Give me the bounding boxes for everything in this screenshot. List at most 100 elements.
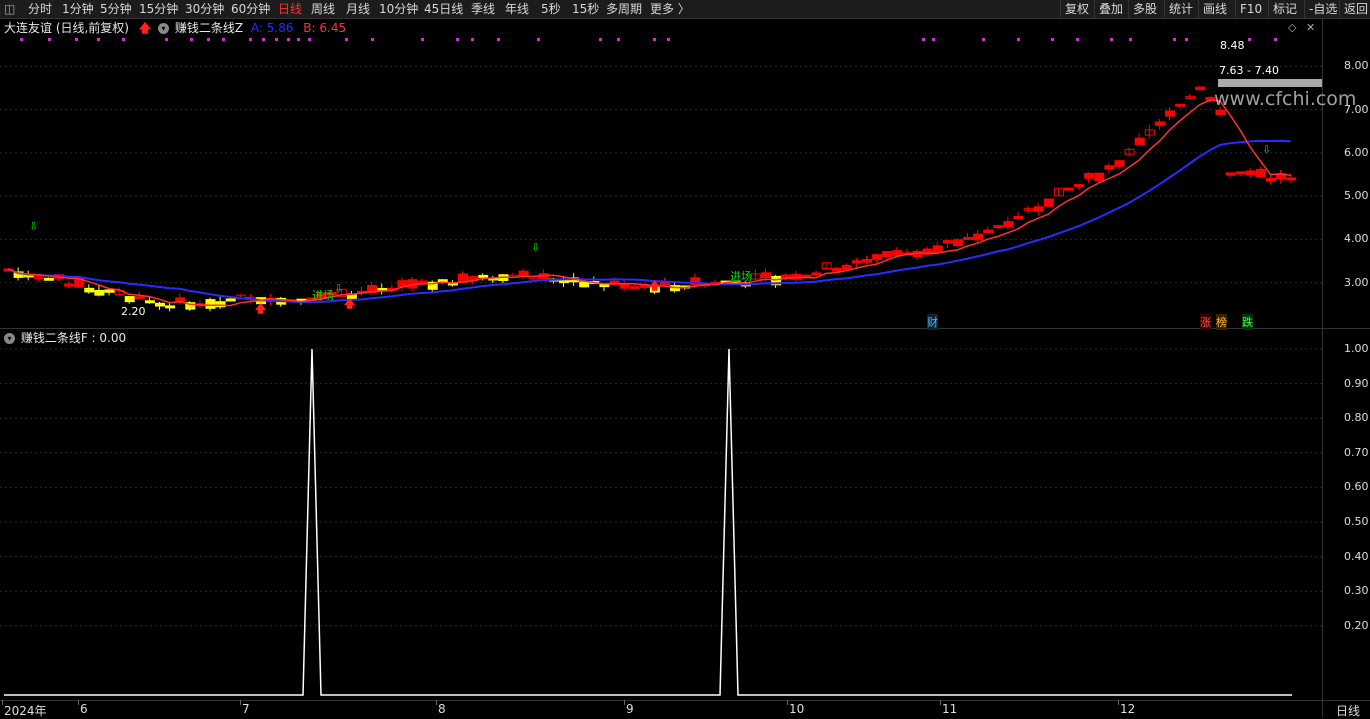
candle-body-99 (1003, 221, 1014, 228)
sub-indicator-line (4, 348, 1292, 696)
candle-body-47 (478, 274, 489, 278)
sub-tick-6: 0.40 (1344, 549, 1369, 563)
date-label-7: 12 (1120, 702, 1136, 716)
signal-dot-37 (1274, 38, 1277, 41)
price-tick-0: 8.00 (1344, 59, 1369, 73)
signal-dot-33 (1129, 38, 1132, 41)
candle-body-95 (963, 236, 973, 240)
date-label-0: 2024年 (4, 704, 47, 718)
range-box (1218, 79, 1322, 87)
candle-body-93 (942, 240, 953, 244)
signal-dot-31 (1076, 38, 1079, 41)
signal-dot-25 (667, 38, 670, 41)
sub-tick-3: 0.70 (1344, 445, 1369, 459)
signal-dot-14 (308, 38, 311, 41)
signal-dot-11 (275, 38, 278, 41)
candle-body-100 (1013, 215, 1024, 220)
candle-body-12 (124, 296, 135, 303)
candlestick-chart[interactable]: ⇩⇩⇩⇩🡅 🡅🡅 (0, 0, 1322, 328)
signal-dot-24 (653, 38, 656, 41)
candle-body-41 (417, 280, 428, 284)
series-a-line (7, 139, 1291, 304)
candle-body-8 (84, 287, 95, 293)
candle-body-14 (144, 300, 155, 304)
event-cai-badge[interactable]: 财 (927, 314, 938, 330)
signal-dot-19 (471, 38, 474, 41)
signal-dot-2 (75, 38, 78, 41)
signal-dot-27 (932, 38, 935, 41)
price-axis-divider (1322, 19, 1323, 717)
sub-tick-5: 0.50 (1344, 515, 1369, 528)
date-tick-0 (2, 700, 3, 705)
candle-body-121 (1225, 172, 1236, 176)
sub-tick-1: 0.90 (1344, 376, 1369, 390)
enter-signal-label-2: 进场 (312, 289, 334, 302)
signal-dot-13 (297, 38, 300, 41)
signal-dot-1 (48, 38, 51, 41)
candle-body-118 (1195, 86, 1206, 91)
watermark: www.cfchi.com (1214, 88, 1357, 110)
candle-body-116 (1175, 103, 1186, 107)
red-up-arrow-icon-1: 🡅 (344, 297, 356, 310)
sub-indicator-chart[interactable] (0, 329, 1322, 700)
signal-dot-20 (497, 38, 500, 41)
candle-body-114 (1154, 121, 1165, 126)
candle-body-97 (983, 229, 994, 233)
enter-signal-label: 进场 (730, 270, 752, 283)
candle-body-43 (437, 279, 448, 283)
candle-body-86 (872, 254, 883, 261)
signal-dot-10 (262, 38, 265, 41)
signal-dot-4 (122, 38, 125, 41)
event-zhang-badge[interactable]: 涨 (1200, 314, 1211, 330)
price-tick-2: 6.00 (1344, 145, 1369, 159)
event-die-badge[interactable]: 跌 (1242, 314, 1253, 330)
date-label-3: 8 (438, 702, 446, 716)
signal-dot-21 (537, 38, 540, 41)
candle-body-94 (952, 239, 963, 247)
period-label[interactable]: 日线 (1336, 702, 1360, 719)
candle-body-122 (1235, 171, 1246, 175)
series-b-line (7, 99, 1291, 307)
event-bang-badge[interactable]: 榜 (1216, 314, 1227, 330)
date-tick-3 (436, 700, 437, 705)
range-label: 7.63 - 7.40 (1219, 64, 1279, 77)
buy-arrow-icon-0: ⇩ (29, 220, 38, 233)
candle-body-112 (1134, 137, 1145, 146)
candle-body-10 (104, 289, 115, 293)
candle-body-57 (579, 281, 590, 288)
signal-dot-18 (456, 38, 459, 41)
signal-dot-29 (1017, 38, 1020, 41)
candle-body-98 (993, 225, 1004, 229)
candle-body-17 (175, 297, 186, 302)
sub-tick-4: 0.60 (1344, 480, 1369, 494)
tool-button-8[interactable]: 返回 (1339, 0, 1370, 18)
candle-body-106 (1074, 184, 1085, 188)
candle-body-6 (64, 283, 75, 287)
sub-tick-8: 0.20 (1344, 618, 1369, 632)
sub-tick-0: 1.00 (1344, 342, 1369, 355)
candle-body-108 (1094, 172, 1105, 182)
sub-tick-2: 0.80 (1344, 411, 1369, 425)
signal-dot-8 (222, 38, 225, 41)
candle-body-109 (1104, 165, 1115, 170)
candle-body-13 (134, 296, 145, 300)
date-label-1: 6 (80, 702, 88, 716)
buy-arrow-icon-3: ⇩ (1262, 143, 1271, 156)
signal-dot-6 (190, 38, 193, 41)
signal-dot-23 (617, 38, 620, 41)
signal-dot-16 (371, 38, 374, 41)
signal-dot-3 (97, 38, 100, 41)
candle-body-123 (1245, 170, 1256, 176)
candle-body-103 (1043, 198, 1054, 207)
candle-body-82 (831, 267, 842, 272)
date-axis-divider (0, 700, 1370, 701)
candle-body-62 (629, 286, 640, 290)
signal-dot-28 (982, 38, 985, 41)
date-tick-2 (240, 700, 241, 705)
signal-dot-9 (249, 38, 252, 41)
date-tick-1 (78, 700, 79, 705)
signal-dot-17 (421, 38, 424, 41)
candle-body-110 (1114, 160, 1125, 167)
candle-body-87 (882, 251, 893, 258)
candle-body-92 (932, 245, 943, 253)
